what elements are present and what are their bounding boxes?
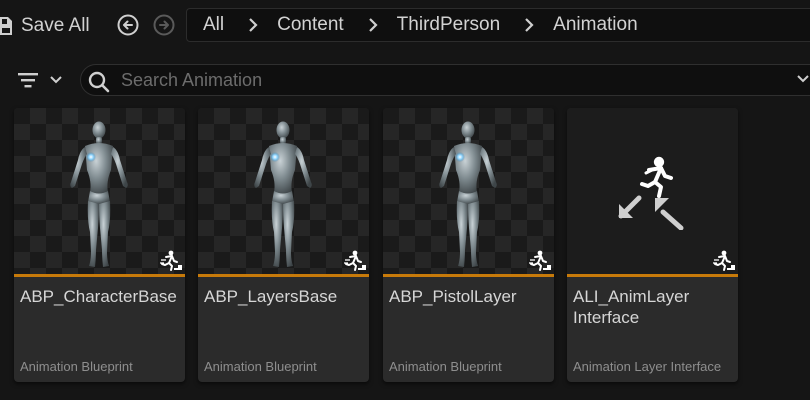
filter-icon[interactable] <box>14 66 70 94</box>
breadcrumb-item-content[interactable]: Content <box>277 14 344 36</box>
asset-name: ABP_LayersBase <box>204 287 338 306</box>
asset-tile[interactable]: ABP_PistolLayer Animation Blueprint <box>383 108 554 382</box>
running-man-icon <box>712 250 735 271</box>
mannequin-preview <box>439 121 497 267</box>
search-bar <box>80 64 810 96</box>
breadcrumb-item-thirdperson[interactable]: ThirdPerson <box>397 14 501 36</box>
asset-tile[interactable]: ABP_CharacterBase Animation Blueprint <box>14 108 185 382</box>
save-all-label: Save All <box>21 15 90 36</box>
chevron-right-icon[interactable] <box>368 18 378 32</box>
save-icon <box>0 17 12 35</box>
search-input[interactable] <box>121 67 781 93</box>
asset-thumbnail <box>14 108 185 274</box>
asset-tile[interactable]: ABP_LayersBase Animation Blueprint <box>198 108 369 382</box>
chevron-down-icon <box>50 76 62 84</box>
toolbar: Save All All Content ThirdPerson Animati… <box>0 0 810 53</box>
asset-thumbnail <box>383 108 554 274</box>
asset-type-color-bar <box>383 274 554 277</box>
breadcrumb: All Content ThirdPerson Animation <box>186 8 810 42</box>
asset-name: ABP_PistolLayer <box>389 287 517 306</box>
asset-type: Animation Blueprint <box>204 359 317 374</box>
asset-type: Animation Blueprint <box>20 359 133 374</box>
search-icon <box>88 71 110 93</box>
mannequin-preview <box>70 121 128 267</box>
running-man-icon <box>343 250 366 271</box>
back-arrow-icon[interactable] <box>117 14 139 36</box>
asset-thumbnail <box>198 108 369 274</box>
asset-type-color-bar <box>14 274 185 277</box>
running-man-icon <box>159 250 182 271</box>
save-all-button[interactable]: Save All <box>0 10 90 42</box>
anim-layer-interface-icon <box>618 156 684 230</box>
mannequin-preview <box>254 121 312 267</box>
breadcrumb-item-all[interactable]: All <box>203 14 224 36</box>
asset-name: ALI_AnimLayer Interface <box>573 287 690 327</box>
asset-name: ABP_CharacterBase <box>20 287 177 306</box>
asset-tile[interactable]: ALI_AnimLayer Interface Animation Layer … <box>567 108 738 382</box>
asset-type-color-bar <box>567 274 738 277</box>
asset-type: Animation Layer Interface <box>573 359 722 374</box>
asset-type-color-bar <box>198 274 369 277</box>
asset-grid: ABP_CharacterBase Animation Blueprint AB… <box>14 108 810 400</box>
chevron-right-icon[interactable] <box>248 18 258 32</box>
running-man-icon <box>528 250 551 271</box>
asset-type: Animation Blueprint <box>389 359 502 374</box>
asset-thumbnail <box>567 108 738 274</box>
chevron-right-icon[interactable] <box>524 18 534 32</box>
chevron-down-icon[interactable] <box>796 72 810 86</box>
forward-arrow-icon[interactable] <box>153 14 175 36</box>
breadcrumb-item-animation[interactable]: Animation <box>553 14 638 36</box>
